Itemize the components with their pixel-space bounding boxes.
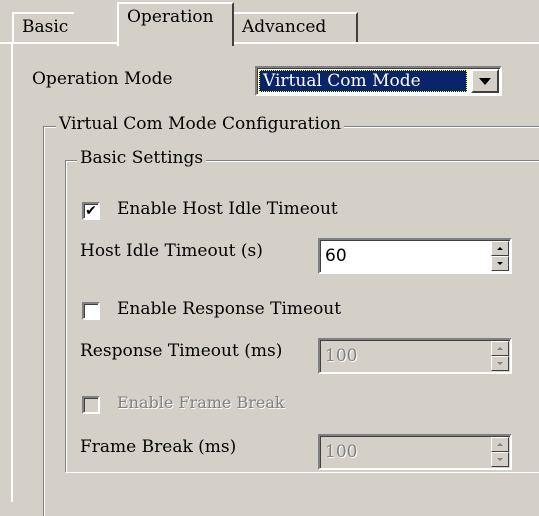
- response-timeout-label: Response Timeout (ms): [80, 341, 283, 361]
- arrow-down-icon: [497, 458, 503, 461]
- chevron-down-icon: [479, 77, 491, 85]
- tab-basic-label: Basic: [22, 17, 69, 37]
- spin-buttons: [491, 437, 509, 467]
- frame-break-spin: 100: [318, 434, 512, 470]
- spin-down-button[interactable]: [491, 256, 509, 271]
- response-timeout-spin: 100: [318, 338, 512, 374]
- frame-break-label: Frame Break (ms): [80, 437, 237, 457]
- operation-mode-value: Virtual Com Mode: [259, 70, 467, 92]
- spin-buttons: [491, 241, 509, 271]
- arrow-up-icon: [497, 443, 503, 446]
- enable-frame-break-checkbox: [82, 396, 100, 414]
- host-idle-timeout-value[interactable]: 60: [325, 246, 347, 266]
- tab-strip: Basic Operation Advanced: [0, 0, 539, 46]
- panel-border: [11, 42, 13, 502]
- enable-response-timeout-label[interactable]: Enable Response Timeout: [117, 299, 341, 319]
- arrow-up-icon: [497, 347, 503, 350]
- tab-advanced-label: Advanced: [242, 17, 327, 37]
- tab-operation-label: Operation: [127, 7, 214, 27]
- checkmark-icon: ✔: [85, 203, 97, 219]
- enable-host-idle-timeout-label[interactable]: Enable Host Idle Timeout: [117, 199, 338, 219]
- enable-response-timeout-checkbox[interactable]: [82, 302, 100, 320]
- arrow-down-icon: [497, 262, 503, 265]
- operation-mode-select[interactable]: Virtual Com Mode: [255, 66, 502, 96]
- tab-divider: [234, 42, 539, 44]
- basic-settings-title: Basic Settings: [77, 148, 207, 168]
- spin-up-button: [491, 437, 509, 452]
- tab-operation[interactable]: Operation: [117, 2, 234, 46]
- dropdown-button[interactable]: [471, 69, 499, 93]
- operation-mode-label: Operation Mode: [32, 69, 173, 89]
- tab-basic[interactable]: Basic: [12, 12, 75, 44]
- spin-up-button: [491, 341, 509, 356]
- tab-divider: [0, 42, 117, 44]
- arrow-up-icon: [497, 247, 503, 250]
- spin-up-button[interactable]: [491, 241, 509, 256]
- spin-down-button: [491, 452, 509, 467]
- spin-down-button: [491, 356, 509, 371]
- tab-advanced[interactable]: Advanced: [234, 12, 358, 44]
- frame-break-value: 100: [325, 442, 358, 462]
- host-idle-timeout-label: Host Idle Timeout (s): [80, 241, 263, 261]
- response-timeout-value: 100: [325, 346, 358, 366]
- enable-frame-break-label: Enable Frame Break: [117, 393, 285, 412]
- virtual-com-config-title: Virtual Com Mode Configuration: [56, 114, 345, 134]
- spin-buttons: [491, 341, 509, 371]
- arrow-down-icon: [497, 362, 503, 365]
- host-idle-timeout-spin[interactable]: 60: [318, 238, 512, 274]
- enable-host-idle-timeout-checkbox[interactable]: ✔: [82, 202, 100, 220]
